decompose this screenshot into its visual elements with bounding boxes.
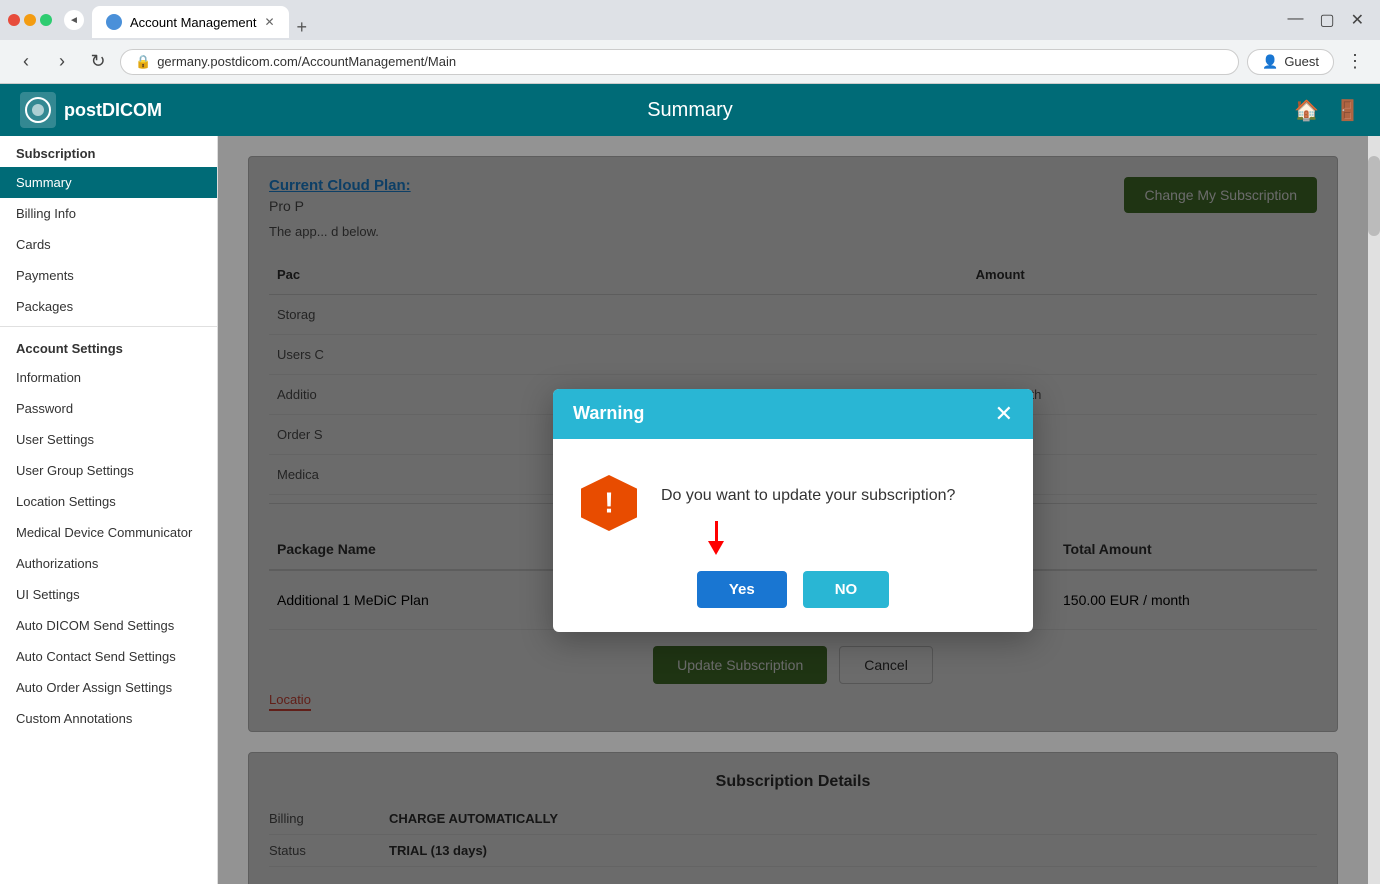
reload-button[interactable]: ↻: [84, 48, 112, 76]
profile-icon: 👤: [1262, 54, 1278, 70]
scrollbar[interactable]: [1368, 136, 1380, 884]
app-header-title: Summary: [647, 99, 733, 122]
exit-icon[interactable]: 🚪: [1335, 98, 1360, 123]
sidebar-item-auto-contact[interactable]: Auto Contact Send Settings: [0, 641, 217, 672]
sidebar-item-payments[interactable]: Payments: [0, 260, 217, 291]
svg-text:!: !: [604, 487, 614, 519]
content-area: Current Cloud Plan: Change My Subscripti…: [218, 136, 1368, 884]
modal-header: Warning ✕: [553, 389, 1033, 439]
new-tab-button[interactable]: +: [291, 17, 314, 38]
profile-label: Guest: [1284, 54, 1319, 69]
no-button[interactable]: NO: [803, 571, 890, 608]
modal-message: Do you want to update your subscription?: [661, 471, 955, 505]
app-logo: postDICOM: [20, 92, 162, 128]
sidebar-account-settings-label: Account Settings: [0, 331, 217, 362]
sidebar-item-auto-dicom[interactable]: Auto DICOM Send Settings: [0, 610, 217, 641]
close-window-button[interactable]: ✕: [1351, 10, 1364, 30]
modal-body: ! Do you want to update your subscriptio…: [553, 439, 1033, 559]
modal-overlay: Warning ✕ ! Do you want to update your s…: [218, 136, 1368, 884]
arrow-indicator: [708, 521, 724, 555]
yes-button[interactable]: Yes: [697, 571, 787, 608]
tab-close-button[interactable]: ✕: [264, 15, 274, 29]
app-header: postDICOM Summary 🏠 🚪: [0, 84, 1380, 136]
logo-text: postDICOM: [64, 100, 162, 121]
logo-icon: [20, 92, 56, 128]
sidebar-item-packages[interactable]: Packages: [0, 291, 217, 322]
sidebar-subscription-label: Subscription: [0, 136, 217, 167]
sidebar-item-password[interactable]: Password: [0, 393, 217, 424]
scrollbar-thumb[interactable]: [1368, 156, 1380, 236]
modal-close-button[interactable]: ✕: [995, 403, 1013, 425]
sidebar: Subscription Summary Billing Info Cards …: [0, 136, 218, 884]
sidebar-item-authorizations[interactable]: Authorizations: [0, 548, 217, 579]
sidebar-item-custom-annotations[interactable]: Custom Annotations: [0, 703, 217, 734]
sidebar-item-auto-order[interactable]: Auto Order Assign Settings: [0, 672, 217, 703]
minimize-button[interactable]: —: [1287, 10, 1303, 30]
sidebar-item-location-settings[interactable]: Location Settings: [0, 486, 217, 517]
header-icons: 🏠 🚪: [1294, 98, 1360, 123]
tab-favicon: [106, 14, 122, 30]
logo-svg: [24, 96, 52, 124]
sidebar-item-cards[interactable]: Cards: [0, 229, 217, 260]
address-lock-icon: 🔒: [135, 54, 151, 70]
tab-title: Account Management: [130, 15, 256, 30]
forward-button[interactable]: ›: [48, 48, 76, 76]
modal-title: Warning: [573, 403, 644, 424]
sidebar-item-summary[interactable]: Summary: [0, 167, 217, 198]
sidebar-item-billing-info[interactable]: Billing Info: [0, 198, 217, 229]
warning-modal: Warning ✕ ! Do you want to update your s…: [553, 389, 1033, 632]
warning-icon: !: [577, 471, 641, 535]
sidebar-item-user-group-settings[interactable]: User Group Settings: [0, 455, 217, 486]
profile-button[interactable]: 👤 Guest: [1247, 49, 1334, 75]
modal-footer: Yes NO: [553, 559, 1033, 632]
back-button[interactable]: ‹: [12, 48, 40, 76]
home-icon[interactable]: 🏠: [1294, 98, 1319, 123]
browser-menu-button[interactable]: ⋮: [1342, 51, 1368, 72]
browser-tab[interactable]: Account Management ✕: [92, 6, 289, 38]
sidebar-item-medical-device[interactable]: Medical Device Communicator: [0, 517, 217, 548]
maximize-button[interactable]: ▢: [1319, 10, 1334, 30]
sidebar-item-information[interactable]: Information: [0, 362, 217, 393]
sidebar-item-ui-settings[interactable]: UI Settings: [0, 579, 217, 610]
address-url[interactable]: germany.postdicom.com/AccountManagement/…: [157, 54, 456, 69]
sidebar-item-user-settings[interactable]: User Settings: [0, 424, 217, 455]
